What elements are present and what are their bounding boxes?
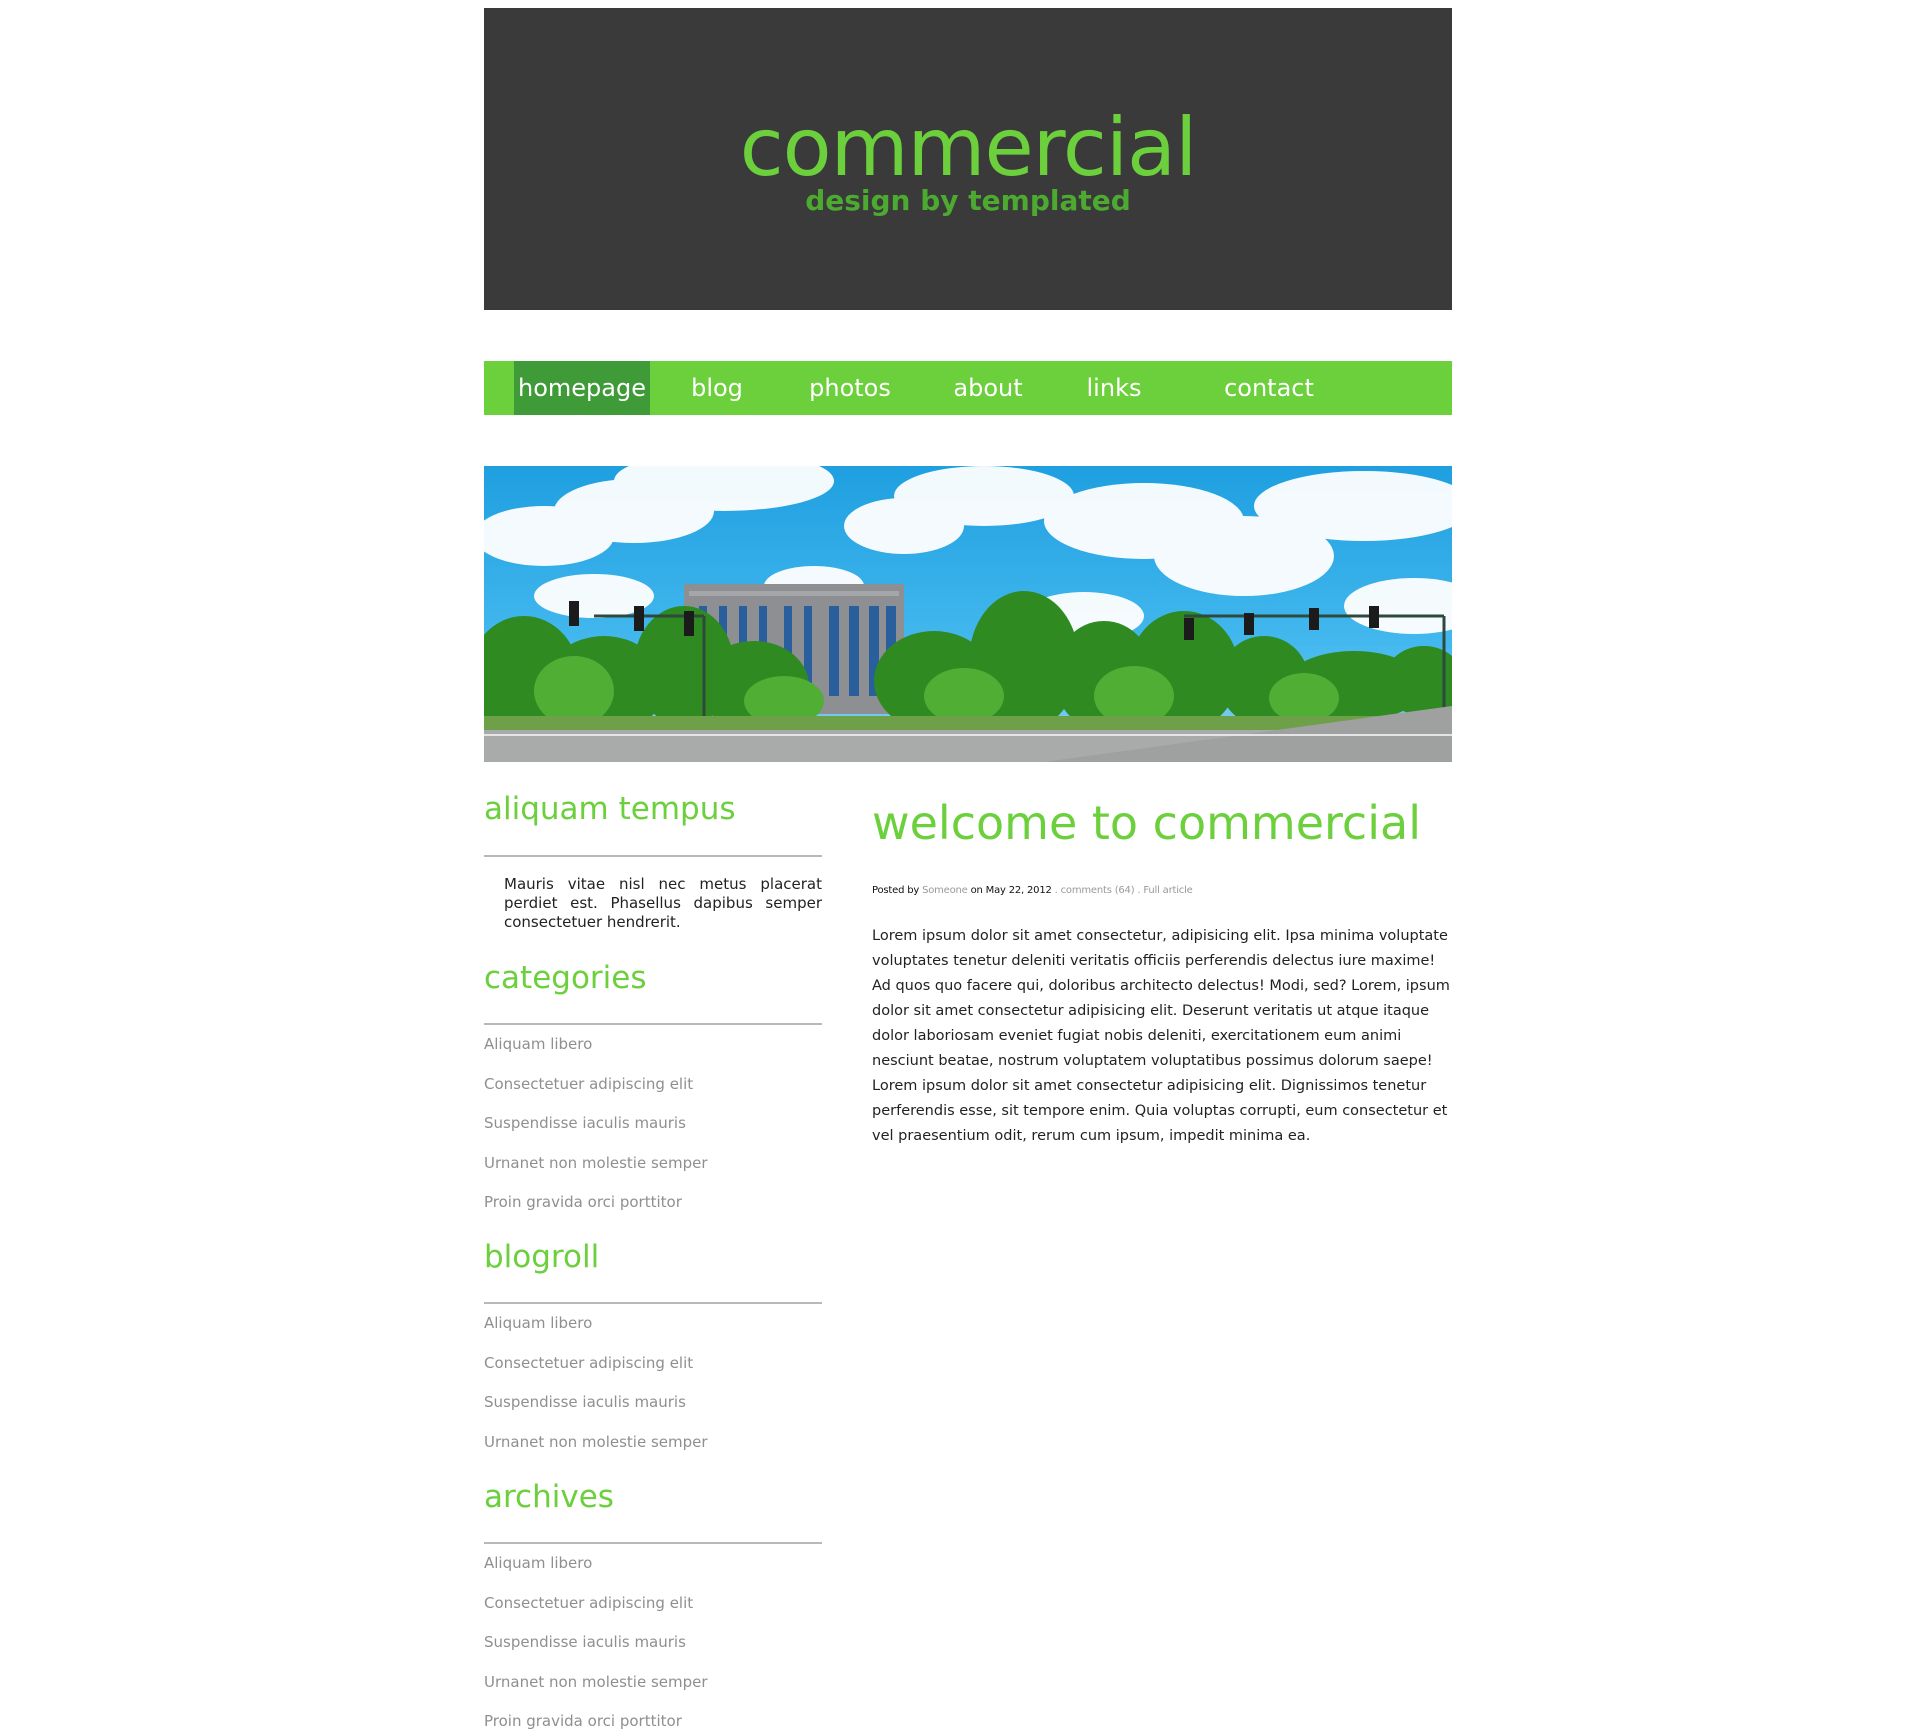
- post-comments-link[interactable]: . comments (64): [1055, 885, 1135, 896]
- site-header: commercial design by templated: [484, 8, 1452, 310]
- archive-link[interactable]: Consectetuer adipiscing elit: [484, 1593, 693, 1613]
- post-meta-posted-by: Posted by: [872, 885, 920, 896]
- blogroll-link[interactable]: Aliquam libero: [484, 1313, 592, 1333]
- sidebar-blogroll-title: blogroll: [484, 1239, 600, 1275]
- sidebar-intro-title: aliquam tempus: [484, 791, 736, 827]
- post-author-link[interactable]: Someone: [922, 885, 968, 896]
- nav-item-photos[interactable]: photos: [802, 361, 898, 415]
- blogroll-link[interactable]: Suspendisse iaculis mauris: [484, 1392, 686, 1412]
- sidebar-divider: [484, 855, 822, 857]
- site-tagline: design by templated: [805, 184, 1131, 217]
- nav-item-about[interactable]: about: [942, 361, 1034, 415]
- post-meta: Posted by Someone on May 22, 2012 . comm…: [872, 884, 1193, 898]
- archive-link[interactable]: Suspendisse iaculis mauris: [484, 1632, 686, 1652]
- post-body: Lorem ipsum dolor sit amet consectetur, …: [872, 928, 1450, 1144]
- sidebar-categories-title: categories: [484, 960, 647, 996]
- category-link[interactable]: Aliquam libero: [484, 1034, 592, 1054]
- post-meta-on: on: [970, 885, 983, 896]
- sidebar-archives-title: archives: [484, 1479, 614, 1515]
- post-title[interactable]: welcome to commercial: [872, 800, 1421, 846]
- sidebar-intro-text: Mauris vitae nisl nec metus placerat per…: [504, 875, 822, 931]
- post-date: May 22, 2012: [985, 885, 1052, 896]
- category-link[interactable]: Proin gravida orci porttitor: [484, 1192, 682, 1212]
- archive-link[interactable]: Urnanet non molestie semper: [484, 1672, 708, 1692]
- nav-item-blog[interactable]: blog: [682, 361, 752, 415]
- archive-link[interactable]: Proin gravida orci porttitor: [484, 1711, 682, 1731]
- category-link[interactable]: Consectetuer adipiscing elit: [484, 1074, 693, 1094]
- category-link[interactable]: Suspendisse iaculis mauris: [484, 1113, 686, 1133]
- nav-item-contact[interactable]: contact: [1204, 361, 1334, 415]
- site-title[interactable]: commercial: [484, 108, 1452, 188]
- nav-item-links[interactable]: links: [1074, 361, 1154, 415]
- banner-image: [484, 466, 1452, 762]
- sidebar-divider: [484, 1302, 822, 1304]
- sidebar-divider: [484, 1542, 822, 1544]
- blogroll-link[interactable]: Urnanet non molestie semper: [484, 1432, 708, 1452]
- blogroll-link[interactable]: Consectetuer adipiscing elit: [484, 1353, 693, 1373]
- post-full-article-link[interactable]: . Full article: [1137, 885, 1192, 896]
- category-link[interactable]: Urnanet non molestie semper: [484, 1153, 708, 1173]
- main-nav: homepage blog photos about links contact: [484, 361, 1452, 415]
- nav-item-homepage[interactable]: homepage: [514, 361, 650, 415]
- sidebar-divider: [484, 1023, 822, 1025]
- archive-link[interactable]: Aliquam libero: [484, 1553, 592, 1573]
